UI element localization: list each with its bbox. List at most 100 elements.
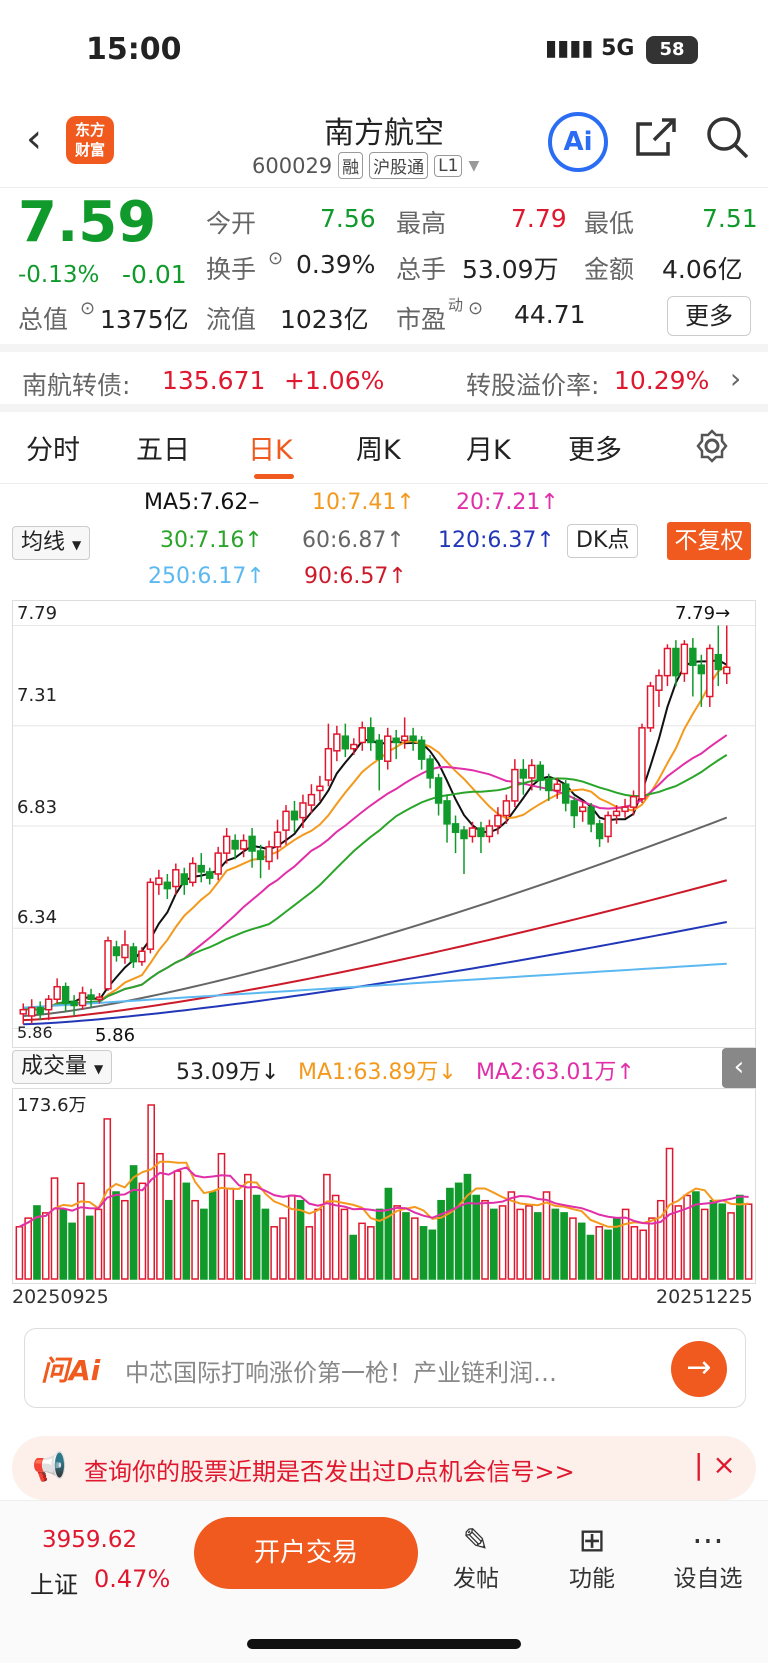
function-button[interactable]: ⊞ 功能 <box>552 1521 632 1593</box>
candle-body <box>19 1008 27 1015</box>
candle-body <box>282 810 290 831</box>
mktcap-label: 总值 <box>18 305 69 334</box>
candle-body <box>163 881 172 890</box>
quote-panel: 7.59 -0.13% -0.01 今开 7.56 最高 7.79 最低 7.5… <box>0 188 768 352</box>
volume-bar <box>595 1226 604 1280</box>
tag-connect: 沪股通 <box>369 152 429 179</box>
high-label: 最高 <box>396 209 447 238</box>
volume-bar <box>419 1226 428 1280</box>
add-watchlist-button[interactable]: ⋯ 设自选 <box>668 1521 748 1593</box>
tab-monthly-k[interactable]: 月K <box>466 428 511 467</box>
settings-gear-icon[interactable] <box>694 428 730 464</box>
volume-bar <box>164 1199 173 1280</box>
tab-weekly-k[interactable]: 周K <box>356 428 401 467</box>
volume-bar <box>279 1217 287 1280</box>
candle-body <box>426 758 434 779</box>
volume-bar <box>718 1203 727 1280</box>
volume-bar <box>727 1212 735 1280</box>
low-label: 最低 <box>584 209 635 238</box>
volume-bar <box>331 1194 340 1280</box>
volume-legend: 成交量 ▼ 53.09万↓ MA1:63.89万↓ MA2:63.01万↑ ‹ <box>0 1048 768 1088</box>
candle-body <box>121 944 129 959</box>
bond-pct: +1.06% <box>284 366 385 395</box>
collapse-panel-button[interactable]: ‹ <box>722 1048 756 1088</box>
amount-value: 4.06亿 <box>662 255 743 284</box>
tab-daily-k[interactable]: 日K <box>248 428 293 467</box>
volume-bar <box>296 1199 305 1280</box>
notice-banner[interactable]: 📢 查询你的股票近期是否发出过D点机会信号>> | × <box>12 1436 756 1500</box>
volume-bar <box>208 1191 217 1280</box>
volume-bar <box>393 1205 402 1280</box>
convertible-bond-row[interactable]: 南航转债: 135.671 +1.06% 转股溢价率: 10.29% › <box>0 352 768 412</box>
candle-body <box>70 1000 78 1007</box>
volume-bar <box>252 1194 261 1280</box>
open-account-trade-button[interactable]: 开户交易 <box>194 1517 418 1589</box>
volume-bar <box>516 1208 525 1280</box>
search-icon[interactable] <box>704 114 752 162</box>
volume-bar <box>85 1215 94 1280</box>
candle-body <box>672 647 680 677</box>
info-icon[interactable]: ⊙ <box>468 298 483 319</box>
candle-body <box>680 643 689 675</box>
ma-legend: MA5:7.62– 10:7.41↑ 20:7.21↑ 均线 ▼ 30:7.16… <box>0 484 768 600</box>
candle-body <box>383 735 392 762</box>
dk-point-selector[interactable]: DK点 <box>567 524 639 558</box>
volume-bar <box>305 1226 314 1280</box>
info-icon[interactable]: ⊙ <box>268 248 283 269</box>
mktcap-value: 1375亿 <box>100 305 189 334</box>
volume-bar <box>384 1187 393 1280</box>
candle-body <box>78 992 87 1007</box>
candle-body <box>400 735 409 742</box>
tab-more[interactable]: 更多 <box>568 428 622 467</box>
volume-bar <box>120 1199 129 1280</box>
adjust-toggle[interactable]: 不复权 <box>667 522 751 560</box>
ai-button[interactable]: Ai <box>548 112 608 172</box>
status-time: 15:00 <box>86 32 182 67</box>
ai-logo: 问Ai <box>41 1354 101 1387</box>
more-button[interactable]: 更多 <box>667 296 751 336</box>
turnover-label: 换手 <box>206 255 257 284</box>
volume-bar <box>428 1229 437 1280</box>
close-icon[interactable]: | × <box>694 1448 736 1481</box>
volume-bar <box>173 1170 182 1280</box>
candle-body <box>316 785 324 792</box>
tab-intraday[interactable]: 分时 <box>26 428 80 467</box>
candle-body <box>95 996 104 1000</box>
volume-bar <box>261 1208 270 1280</box>
volume-bar <box>68 1222 76 1280</box>
candle-body <box>239 839 248 850</box>
info-icon[interactable]: ⊙ <box>80 298 95 319</box>
volume-bar <box>507 1191 516 1280</box>
candle-body <box>561 783 570 804</box>
candle-body <box>460 829 468 840</box>
candle-body <box>434 777 443 804</box>
ai-question-bar[interactable]: 问Ai 中芯国际打响涨价第一枪！产业链利润… → <box>24 1328 746 1408</box>
volume-bar <box>639 1229 648 1280</box>
ma120-label: 120:6.37↑ <box>438 528 555 553</box>
open-value: 7.56 <box>320 204 376 233</box>
volume-bar <box>463 1173 472 1280</box>
indicator-selector[interactable]: 成交量 ▼ <box>12 1050 113 1084</box>
volume-bar <box>314 1208 322 1280</box>
tab-five-day[interactable]: 五日 <box>136 428 190 467</box>
arrow-right-icon[interactable]: → <box>671 1341 727 1397</box>
watchlist-label: 设自选 <box>673 1566 743 1592</box>
stock-code-row[interactable]: 600029 融 沪股通 L1 ▼ <box>252 152 479 179</box>
post-button[interactable]: ✎ 发帖 <box>436 1521 516 1593</box>
index-value[interactable]: 3959.62 <box>42 1527 137 1553</box>
volume-bar <box>577 1222 586 1280</box>
candle-body <box>655 674 663 691</box>
ma-selector[interactable]: 均线 ▼ <box>12 526 91 560</box>
premium-label: 转股溢价率: <box>466 371 600 400</box>
candle-body <box>61 985 70 1005</box>
volume-bar <box>621 1208 630 1280</box>
indicator-label: 成交量 <box>21 1054 88 1079</box>
signal-icon: ▮▮▮▮ 5G <box>545 36 635 61</box>
candlestick-chart[interactable]: 7.79 7.31 6.83 6.34 5.86 7.79→ 5.86 <box>12 600 756 1048</box>
candle-body <box>629 795 638 808</box>
axis-label-top: 7.79 <box>17 603 58 624</box>
volume-bar <box>525 1205 533 1280</box>
volume-bar <box>366 1226 375 1280</box>
share-icon[interactable] <box>632 114 680 162</box>
volume-chart[interactable]: 173.6万 <box>12 1088 756 1284</box>
